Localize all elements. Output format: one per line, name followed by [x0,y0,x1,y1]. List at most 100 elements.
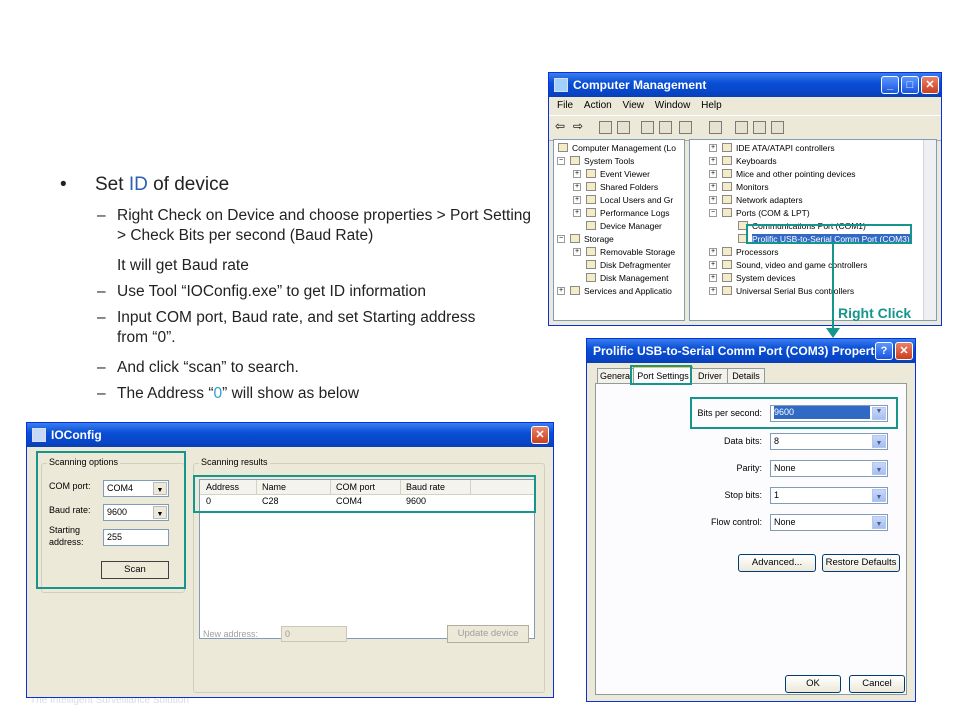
sound-icon [722,260,732,269]
usb-icon [722,286,732,295]
tree-item[interactable]: + Removable Storage [573,246,675,258]
expand-icon[interactable]: + [557,287,565,295]
expand-icon[interactable]: + [709,157,717,165]
sub-item: – And click “scan” to search. [97,359,299,376]
tree-item[interactable]: + Shared Folders [573,181,658,193]
chevron-down-icon[interactable]: ▼ [872,435,886,448]
port-properties-dialog: Prolific USB-to-Serial Comm Port (COM3) … [586,338,916,702]
tree-item[interactable]: Computer Management (Lo [558,142,676,154]
show-hide-tree-icon[interactable] [617,121,630,134]
ok-button[interactable]: OK [785,675,841,693]
expand-icon[interactable]: + [573,209,581,217]
collapse-icon[interactable]: − [557,235,565,243]
tree-item[interactable]: Disk Defragmenter [586,259,671,271]
scanning-results-label: Scanning results [199,457,270,467]
expand-icon[interactable]: + [709,144,717,152]
restore-defaults-button[interactable]: Restore Defaults [822,554,900,572]
chevron-down-icon[interactable]: ▼ [872,516,886,529]
update-device-button[interactable]: Update device [447,625,529,643]
folder-icon [586,182,596,191]
sub-item: – Use Tool “IOConfig.exe” to get ID infor… [97,283,426,300]
arrow-down-icon [826,328,840,338]
expand-icon[interactable]: + [709,261,717,269]
expand-icon[interactable]: + [573,183,581,191]
ioconfig-titlebar[interactable]: IOConfig [27,423,553,447]
tree-item[interactable]: − System Tools [557,155,634,167]
expand-icon[interactable]: + [709,196,717,204]
tools-icon [570,156,580,165]
flow-control-label: Flow control: [710,517,762,527]
toolbar: ⇦ ⇨ [549,115,941,141]
system-devices-icon [722,273,732,282]
back-arrow-icon[interactable]: ⇦ [555,119,565,133]
device-category[interactable]: + System devices [709,272,796,284]
expand-icon[interactable]: + [709,274,717,282]
flow-control-select[interactable]: None ▼ [770,514,888,531]
device-category[interactable]: + IDE ATA/ATAPI controllers [709,142,835,154]
menu-view[interactable]: View [622,97,644,115]
tree-item[interactable]: + Performance Logs [573,207,669,219]
uninstall-icon[interactable] [753,121,766,134]
data-bits-select[interactable]: 8 ▼ [770,433,888,450]
disk-management-icon [586,273,596,282]
stop-bits-select[interactable]: 1 ▼ [770,487,888,504]
tree-item[interactable]: + Local Users and Gr [573,194,673,206]
up-folder-icon[interactable] [599,121,612,134]
forward-arrow-icon[interactable]: ⇨ [573,119,583,133]
sub-item: – The Address “0” will show as below [97,385,360,402]
ioconfig-icon [32,428,46,442]
device-category[interactable]: + Universal Serial Bus controllers [709,285,854,297]
expand-icon[interactable]: + [709,248,717,256]
menu-file[interactable]: File [557,97,573,115]
print-icon[interactable] [659,121,672,134]
collapse-icon[interactable]: − [709,209,717,217]
device-category[interactable]: − Ports (COM & LPT) [709,207,810,219]
help-icon[interactable] [679,121,692,134]
right-click-label: Right Click [838,305,912,321]
expand-icon[interactable]: + [709,287,717,295]
advanced-button[interactable]: Advanced... [738,554,816,572]
cancel-button[interactable]: Cancel [849,675,905,693]
new-address-input[interactable]: 0 [281,626,347,642]
device-category[interactable]: + Sound, video and game controllers [709,259,867,271]
expand-icon[interactable]: + [709,183,717,191]
update-driver-icon[interactable] [735,121,748,134]
close-button[interactable]: ✕ [921,76,939,94]
expand-icon[interactable]: + [573,196,581,204]
expand-icon[interactable]: + [709,170,717,178]
close-button[interactable]: ✕ [531,426,549,444]
properties-icon[interactable] [641,121,654,134]
scan-hardware-icon[interactable] [709,121,722,134]
ioconfig-title: IOConfig [51,428,102,442]
maximize-button[interactable]: □ [901,76,919,94]
device-category[interactable]: + Network adapters [709,194,803,206]
device-category[interactable]: + Keyboards [709,155,777,167]
menu-window[interactable]: Window [655,97,691,115]
menu-action[interactable]: Action [584,97,612,115]
dialog-titlebar[interactable]: Prolific USB-to-Serial Comm Port (COM3) … [587,339,915,363]
expand-icon[interactable]: + [573,248,581,256]
tab-driver[interactable]: Driver [691,368,729,384]
parity-select[interactable]: None ▼ [770,460,888,477]
minimize-button[interactable]: _ [881,76,899,94]
tree-item[interactable]: Disk Management [586,272,669,284]
tree-item[interactable]: + Event Viewer [573,168,650,180]
disable-device-icon[interactable] [771,121,784,134]
computer-management-window: Computer Management _ □ ✕ File Action Vi… [548,72,942,326]
chevron-down-icon[interactable]: ▼ [872,489,886,502]
tab-details[interactable]: Details [727,368,765,384]
tree-item[interactable]: − Storage [557,233,614,245]
tree-item[interactable]: + Services and Applicatio [557,285,672,297]
device-category[interactable]: + Processors [709,246,779,258]
help-button[interactable]: ? [875,342,893,360]
tree-item[interactable]: Device Manager [586,220,662,232]
vertical-scrollbar[interactable] [923,140,936,320]
keyboard-icon [722,156,732,165]
menu-help[interactable]: Help [701,97,722,115]
chevron-down-icon[interactable]: ▼ [872,462,886,475]
device-category[interactable]: + Monitors [709,181,769,193]
close-button[interactable]: ✕ [895,342,913,360]
device-category[interactable]: + Mice and other pointing devices [709,168,856,180]
collapse-icon[interactable]: − [557,157,565,165]
expand-icon[interactable]: + [573,170,581,178]
